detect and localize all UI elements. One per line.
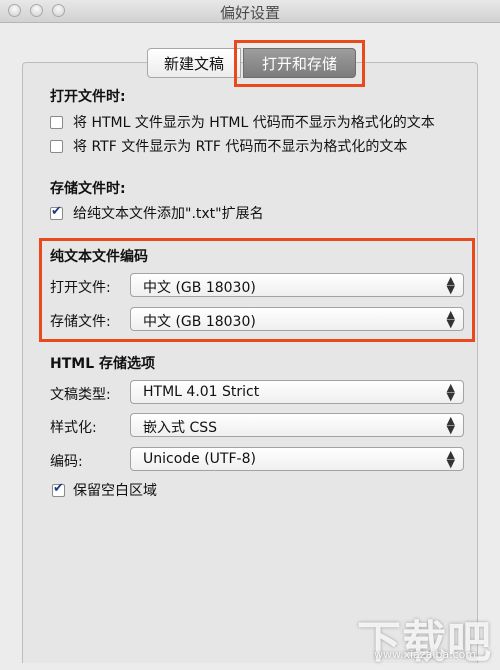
doctype-value: HTML 4.01 Strict: [143, 384, 260, 400]
styling-value: 嵌入式 CSS: [143, 420, 217, 436]
preserve-whitespace-checkbox[interactable]: [52, 481, 65, 497]
title-bar: 偏好设置: [0, 0, 500, 23]
updown-arrows-icon: ▲ ▼: [446, 448, 455, 470]
open-section-heading: 打开文件时:: [50, 89, 126, 105]
rtf-as-code-checkbox[interactable]: [50, 140, 63, 153]
html-as-code-label: 将 HTML 文件显示为 HTML 代码而不显示为格式化的文本: [73, 115, 435, 131]
updown-arrows-icon: ▲ ▼: [446, 381, 455, 403]
save-encoding-label: 存储文件:: [50, 314, 111, 330]
tab-new-document[interactable]: 新建文稿: [147, 48, 241, 78]
html-as-code-checkbox[interactable]: [50, 116, 63, 129]
preserve-whitespace-label: 保留空白区域: [73, 483, 157, 499]
window-title: 偏好设置: [219, 4, 280, 22]
updown-arrows-icon: ▲ ▼: [446, 274, 455, 296]
add-txt-extension-checkbox[interactable]: [50, 204, 63, 220]
open-encoding-label: 打开文件:: [50, 280, 111, 296]
save-section-heading: 存储文件时:: [50, 181, 126, 197]
doctype-label: 文稿类型:: [50, 387, 111, 403]
watermark-url: www.xiazaiba.com: [374, 648, 477, 661]
save-encoding-select[interactable]: 中文 (GB 18030) ▲ ▼: [130, 307, 464, 331]
html-encoding-label: 编码:: [50, 454, 83, 470]
styling-select[interactable]: 嵌入式 CSS ▲ ▼: [130, 413, 464, 437]
html-encoding-value: Unicode (UTF-8): [143, 451, 256, 467]
updown-arrows-icon: ▲ ▼: [446, 308, 455, 330]
doctype-select[interactable]: HTML 4.01 Strict ▲ ▼: [130, 380, 464, 404]
html-encoding-select[interactable]: Unicode (UTF-8) ▲ ▼: [130, 447, 464, 471]
open-encoding-value: 中文 (GB 18030): [143, 280, 256, 296]
rtf-as-code-label: 将 RTF 文件显示为 RTF 代码而不显示为格式化的文本: [73, 139, 408, 155]
encoding-section-heading: 纯文本文件编码: [50, 249, 148, 265]
styling-label: 样式化:: [50, 420, 97, 436]
html-section-heading: HTML 存储选项: [50, 356, 155, 372]
save-encoding-value: 中文 (GB 18030): [143, 314, 256, 330]
open-encoding-select[interactable]: 中文 (GB 18030) ▲ ▼: [130, 273, 464, 297]
add-txt-extension-label: 给纯文本文件添加".txt"扩展名: [73, 206, 264, 222]
tab-highlight-box: [234, 40, 365, 87]
updown-arrows-icon: ▲ ▼: [446, 414, 455, 436]
